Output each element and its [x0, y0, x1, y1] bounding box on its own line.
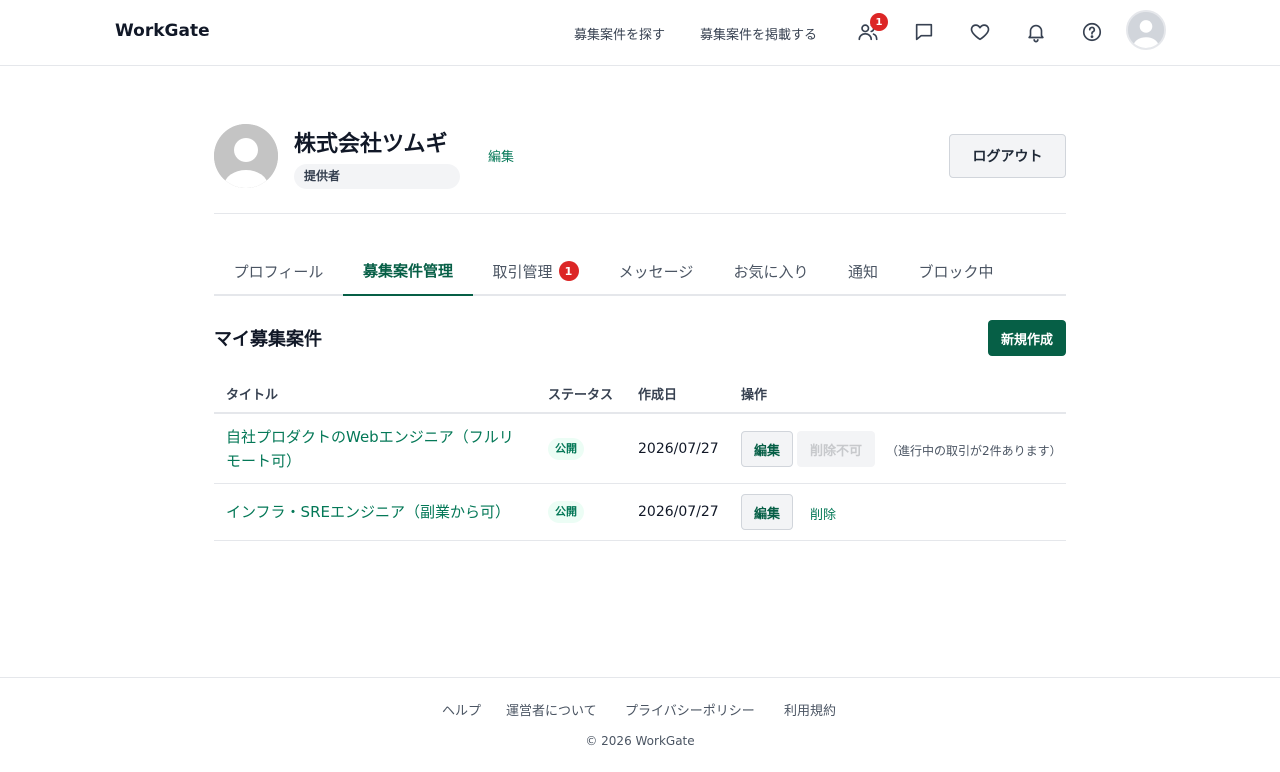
avatar-placeholder-icon	[214, 124, 278, 188]
bell-icon	[1028, 24, 1044, 43]
col-actions: 操作	[741, 388, 768, 403]
delete-disabled-note: （進行中の取引が2件あります）	[886, 444, 1062, 458]
job-title-link[interactable]: 自社プロダクトのWebエンジニア（フルリモート可）	[226, 425, 526, 473]
footer-link-privacy[interactable]: プライバシーポリシー	[625, 700, 755, 719]
message-icon	[915, 23, 933, 41]
table-header: タイトル ステータス 作成日 操作	[214, 370, 1066, 414]
tab-notifications[interactable]: 通知	[828, 246, 898, 296]
table-row: インフラ・SREエンジニア（副業から可） 公開 2026/07/27 編集 削除	[214, 484, 1066, 541]
copyright: © 2026 WorkGate	[585, 734, 695, 748]
table-row: 自社プロダクトのWebエンジニア（フルリモート可） 公開 2026/07/27 …	[214, 414, 1066, 484]
tab-favorites[interactable]: お気に入り	[714, 246, 828, 296]
created-date: 2026/07/27	[638, 441, 719, 457]
profile-divider	[214, 213, 1066, 214]
tab-job-management[interactable]: 募集案件管理	[343, 246, 473, 296]
edit-button[interactable]: 編集	[741, 494, 793, 530]
help-icon	[1082, 22, 1102, 42]
notifications-button[interactable]	[1021, 17, 1051, 47]
job-title-link[interactable]: インフラ・SREエンジニア（副業から可）	[226, 500, 526, 524]
help-button[interactable]	[1077, 17, 1107, 47]
edit-button[interactable]: 編集	[741, 431, 793, 467]
role-badge: 提供者	[294, 164, 460, 189]
status-badge: 公開	[548, 438, 584, 460]
nav-post-jobs[interactable]: 募集案件を掲載する	[700, 24, 817, 43]
users-button[interactable]: 1	[853, 13, 888, 47]
site-logo[interactable]: WorkGate	[115, 21, 210, 41]
heart-icon	[970, 24, 990, 41]
transactions-badge: 1	[558, 261, 579, 281]
avatar-placeholder-icon	[1128, 12, 1164, 48]
delete-disabled-button: 削除不可	[797, 431, 875, 467]
footer-link-terms[interactable]: 利用規約	[784, 700, 836, 719]
delete-link[interactable]: 削除	[810, 504, 836, 523]
tab-transactions[interactable]: 取引管理 1	[473, 246, 598, 296]
users-badge: 1	[870, 13, 888, 31]
col-date: 作成日	[638, 388, 678, 403]
job-table: タイトル ステータス 作成日 操作 自社プロダクトのWebエンジニア（フルリモー…	[214, 370, 1066, 541]
favorites-button[interactable]	[965, 17, 995, 47]
profile-avatar	[214, 124, 278, 188]
footer-link-about[interactable]: 運営者について	[506, 700, 597, 719]
section-title: マイ募集案件	[214, 329, 322, 350]
tab-profile[interactable]: プロフィール	[214, 246, 343, 296]
new-job-button[interactable]: 新規作成	[988, 320, 1066, 356]
company-name: 株式会社ツムギ	[294, 132, 448, 157]
status-badge: 公開	[548, 501, 584, 523]
tab-blocked[interactable]: ブロック中	[898, 246, 1014, 296]
created-date: 2026/07/27	[638, 504, 719, 520]
nav-find-jobs[interactable]: 募集案件を探す	[574, 24, 665, 43]
logout-button[interactable]: ログアウト	[949, 134, 1066, 178]
tab-bar: プロフィール 募集案件管理 取引管理 1 メッセージ お気に入り 通知 ブロック中	[214, 246, 1066, 296]
edit-profile-link[interactable]: 編集	[488, 146, 514, 165]
col-status: ステータス	[548, 388, 614, 403]
footer-link-help[interactable]: ヘルプ	[442, 700, 481, 719]
col-title: タイトル	[226, 388, 279, 403]
footer: ヘルプ 運営者について プライバシーポリシー 利用規約 © 2026 WorkG…	[0, 677, 1280, 772]
user-avatar[interactable]	[1126, 10, 1166, 50]
top-header: WorkGate 募集案件を探す 募集案件を掲載する 1	[0, 0, 1280, 66]
messages-button[interactable]	[909, 17, 939, 47]
tab-messages[interactable]: メッセージ	[598, 246, 714, 296]
